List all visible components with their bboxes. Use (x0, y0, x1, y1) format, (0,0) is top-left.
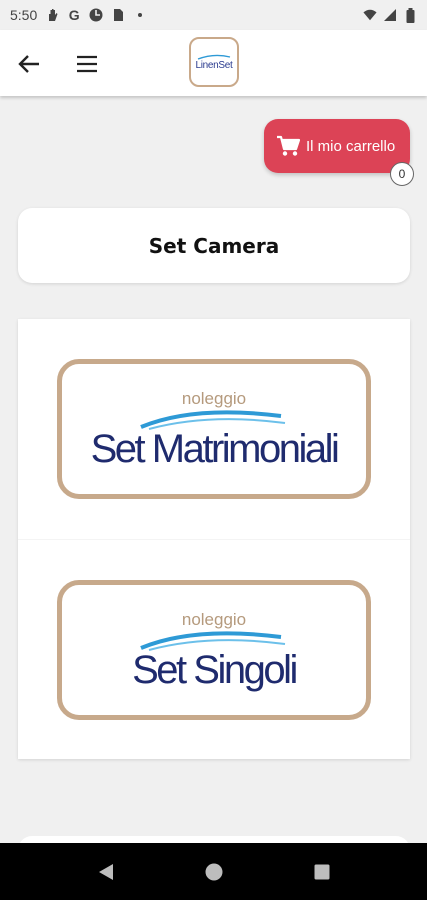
battery-icon (403, 7, 417, 23)
square-recents-icon (314, 864, 329, 879)
product-item-set-singoli[interactable]: noleggio Set Singoli (18, 539, 410, 759)
triangle-back-icon (98, 863, 113, 880)
page-title: Set Camera (148, 233, 280, 258)
product-item-set-matrimoniali[interactable]: noleggio Set Matrimoniali (18, 319, 410, 539)
product-banner: noleggio Set Matrimoniali (57, 359, 371, 499)
cart-label: Il mio carrello (306, 137, 396, 155)
nav-back-button[interactable] (94, 860, 118, 884)
cart-button[interactable]: Il mio carrello (264, 119, 410, 173)
hand-icon (45, 8, 59, 22)
product-name: Set Matrimoniali (90, 427, 340, 471)
pinwheel-icon (89, 8, 103, 22)
signal-icon (383, 8, 397, 22)
nav-home-button[interactable] (202, 860, 226, 884)
arrow-left-icon (18, 55, 39, 73)
status-left: 5:50 G (10, 7, 147, 23)
circle-home-icon (205, 863, 222, 880)
google-icon: G (68, 7, 80, 23)
wifi-icon (363, 8, 377, 22)
dot-icon (133, 8, 147, 22)
cart-count-badge: 0 (390, 162, 414, 186)
hamburger-menu-icon (77, 55, 97, 73)
menu-button[interactable] (72, 49, 102, 79)
logo-text: LinenSet (195, 59, 233, 71)
product-subtitle: noleggio (181, 609, 247, 629)
product-subtitle: noleggio (181, 389, 247, 408)
back-button[interactable] (14, 49, 44, 79)
shopping-cart-icon (277, 135, 300, 156)
app-logo[interactable]: LinenSet (189, 37, 239, 87)
app-bar: LinenSet (0, 30, 427, 96)
status-bar: 5:50 G (0, 0, 427, 30)
system-nav-bar (0, 843, 427, 900)
status-right (363, 7, 417, 23)
nav-recents-button[interactable] (310, 860, 334, 884)
clock: 5:50 (10, 7, 38, 23)
product-banner: noleggio Set Singoli (57, 579, 371, 720)
product-list: noleggio Set Matrimoniali noleggio Set S… (18, 319, 410, 759)
product-name: Set Singoli (132, 647, 298, 692)
sim-icon (111, 8, 125, 22)
category-title-card: Set Camera (18, 208, 410, 283)
